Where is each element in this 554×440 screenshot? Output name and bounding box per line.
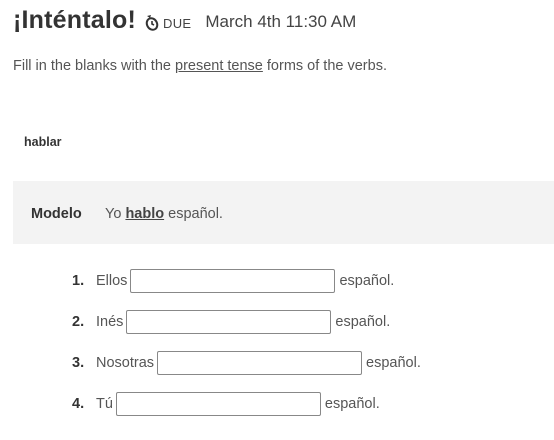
model-rest: español. [168,206,223,222]
item-ending: español. [324,396,380,412]
item-ending: español. [366,355,421,371]
answer-input-3[interactable] [157,351,363,375]
item-ending: español. [335,314,391,330]
item-subject: Tú [96,396,113,412]
model-label: Modelo [31,206,82,222]
item-number: 2. [72,314,85,330]
page-title: ¡Inténtalo! [13,6,137,34]
model-sentence: Yo hablo español. [105,206,223,222]
answer-input-4[interactable] [115,392,321,416]
due-label: DUE [163,15,192,31]
assignment-page: ¡Inténtalo! DUE March 4th 11:30 AM Fill … [0,0,554,440]
alarm-clock-icon [144,14,160,32]
assignment-header: ¡Inténtalo! DUE March 4th 11:30 AM [13,6,356,35]
exercise-item: 4. Tú español. [72,392,380,416]
model-answer: hablo [125,206,165,222]
exercise-item: 1. Ellos español. [72,269,394,293]
instructions-after: forms of the verbs. [262,58,387,74]
exercise-item: 2. Inés español. [72,310,390,334]
item-number: 3. [72,355,85,371]
item-number: 1. [72,273,85,289]
model-example-box: Modelo Yo hablo español. [13,181,554,244]
item-subject: Ellos [96,273,128,289]
instructions-before: Fill in the blanks with the [13,58,175,74]
item-subject: Inés [96,314,124,330]
item-number: 4. [72,396,85,412]
verb-heading: hablar [24,135,62,149]
answer-input-1[interactable] [130,269,336,293]
due-date: March 4th 11:30 AM [205,12,357,31]
instructions-text: Fill in the blanks with the present tens… [13,58,387,74]
answer-input-2[interactable] [126,310,332,334]
exercise-item: 3. Nosotras español. [72,351,421,375]
item-ending: español. [339,273,395,289]
item-subject: Nosotras [96,355,155,371]
model-subject: Yo [105,206,122,222]
present-tense-link[interactable]: present tense [175,58,263,74]
